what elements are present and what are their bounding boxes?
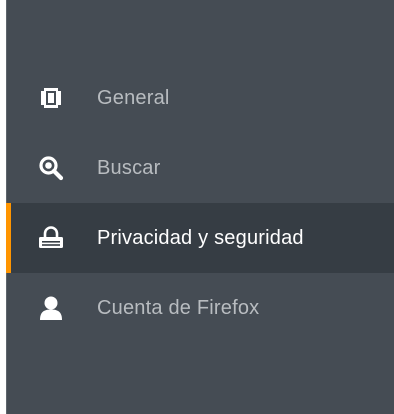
category-list: General Buscar Privacidad y seguridad Cu… bbox=[6, 63, 394, 343]
sidebar-item-label: Privacidad y seguridad bbox=[97, 226, 304, 249]
preferences-sidebar: General Buscar Privacidad y seguridad Cu… bbox=[6, 0, 394, 414]
lock-icon bbox=[37, 224, 65, 252]
sidebar-item-general[interactable]: General bbox=[7, 63, 394, 133]
sidebar-item-label: Cuenta de Firefox bbox=[97, 296, 260, 319]
selection-indicator bbox=[6, 273, 11, 343]
sidebar-item-label: General bbox=[97, 86, 170, 109]
sidebar-item-label: Buscar bbox=[97, 156, 161, 179]
selection-indicator bbox=[6, 63, 11, 133]
sidebar-item-privacy[interactable]: Privacidad y seguridad bbox=[6, 203, 394, 273]
selection-indicator bbox=[6, 203, 11, 273]
sidebar-item-firefox-account[interactable]: Cuenta de Firefox bbox=[7, 273, 394, 343]
sidebar-item-search[interactable]: Buscar bbox=[7, 133, 394, 203]
search-icon bbox=[37, 154, 65, 182]
account-icon bbox=[37, 294, 65, 322]
selection-indicator bbox=[6, 133, 11, 203]
general-icon bbox=[37, 84, 65, 112]
